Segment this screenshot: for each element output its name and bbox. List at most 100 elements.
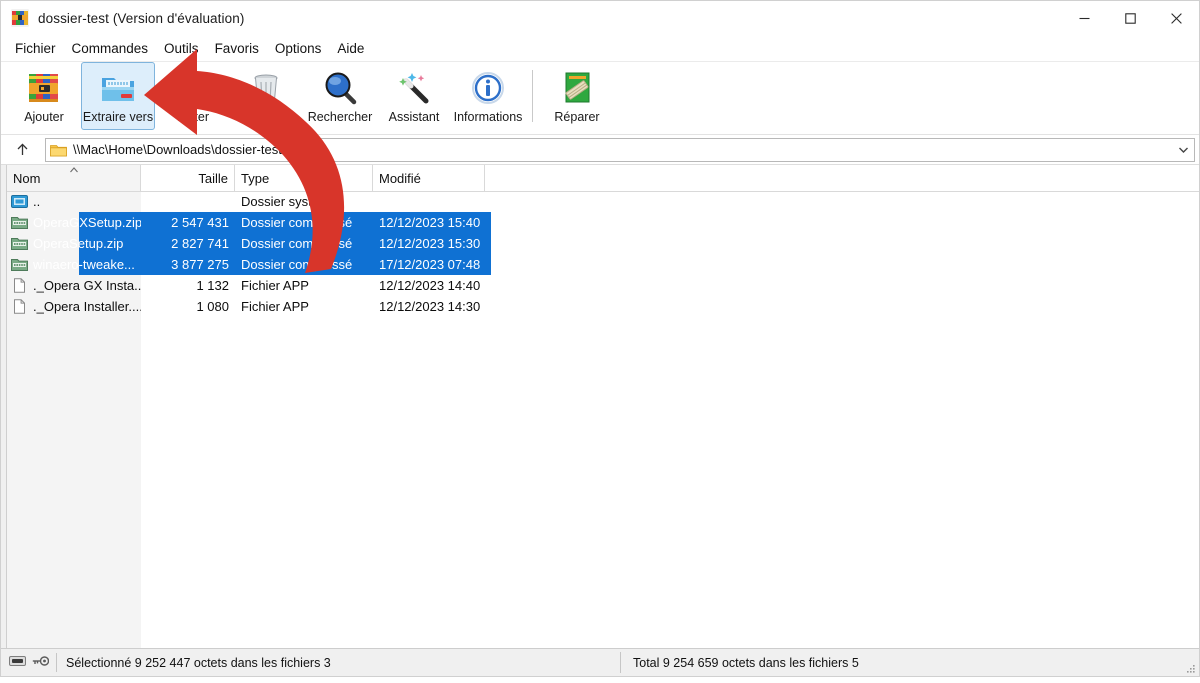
maximize-button[interactable]: [1107, 1, 1153, 35]
table-row[interactable]: winaero-tweake... 3 877 275 Dossier comp…: [7, 254, 1199, 275]
cell-size: 3 877 275: [171, 257, 229, 272]
cell-modified: 12/12/2023 14:40: [379, 278, 481, 293]
table-row[interactable]: OperaSetup.zip 2 827 741 Dossier compres…: [7, 233, 1199, 254]
toolbar-button-assistant[interactable]: Assistant: [377, 62, 451, 130]
zip-folder-icon: [11, 257, 28, 272]
toolbar-label-ajouter: Ajouter: [24, 110, 64, 124]
status-selected-pane: Sélectionné 9 252 447 octets dans les fi…: [1, 652, 621, 673]
test-book-icon: [173, 69, 211, 107]
cell-type: Dossier compressé: [241, 236, 353, 251]
table-row[interactable]: OperaGXSetup.zip 2 547 431 Dossier compr…: [7, 212, 1199, 233]
menu-aide[interactable]: Aide: [329, 38, 372, 59]
address-input[interactable]: \\Mac\Home\Downloads\dossier-test: [45, 137, 1195, 162]
toolbar-label-reparer: Réparer: [554, 110, 600, 124]
toolbar-button-tester[interactable]: Tester: [155, 62, 229, 130]
minimize-button[interactable]: [1061, 1, 1107, 35]
column-header-modifie-label: Modifié: [379, 170, 421, 186]
cell-name: ._Opera Installer....: [7, 299, 141, 314]
column-header-type-label: Type: [241, 170, 270, 186]
toolbar-label-informations: Informations: [453, 110, 523, 124]
file-list-rows: .. Dossier système OperaGXSetup.zip 2 54…: [7, 191, 1199, 648]
file-list-header: Nom Taille Type Modifié: [7, 165, 1199, 192]
toolbar: Ajouter Extraire vers Tester Supprimer R…: [1, 62, 1199, 135]
cell-name: ..: [7, 194, 141, 209]
cell-size: 2 827 741: [171, 236, 229, 251]
status-selected-text: Sélectionné 9 252 447 octets dans les fi…: [66, 655, 331, 670]
menu-bar: Fichier Commandes Outils Favoris Options…: [1, 35, 1199, 62]
search-icon: [321, 69, 359, 107]
cell-type: Dossier compressé: [241, 257, 353, 272]
menu-commandes[interactable]: Commandes: [64, 38, 157, 59]
menu-outils[interactable]: Outils: [156, 38, 207, 59]
cell-modified: 12/12/2023 14:30: [379, 299, 481, 314]
table-row[interactable]: ._Opera Installer.... 1 080 Fichier APP …: [7, 296, 1199, 317]
window-title: dossier-test (Version d'évaluation): [38, 10, 245, 26]
info-icon: [469, 69, 507, 107]
cell-modified: 12/12/2023 15:30: [379, 236, 481, 251]
cell-size: 1 080: [196, 299, 229, 314]
toolbar-label-extraire-vers: Extraire vers: [82, 110, 154, 124]
repair-icon: [558, 69, 596, 107]
wizard-wand-icon: [395, 69, 433, 107]
cell-type: Dossier compressé: [241, 215, 353, 230]
winrar-window: dossier-test (Version d'évaluation) Fich…: [0, 0, 1200, 677]
toolbar-separator: [532, 70, 533, 122]
status-icons: [9, 653, 57, 672]
resize-grip-icon[interactable]: [1184, 661, 1196, 673]
column-header-type[interactable]: Type: [235, 165, 373, 191]
column-header-taille[interactable]: Taille: [141, 165, 235, 191]
toolbar-button-rechercher[interactable]: Rechercher: [303, 62, 377, 130]
cell-modified: 17/12/2023 07:48: [379, 257, 481, 272]
extract-folder-icon: [99, 69, 137, 107]
trash-icon: [247, 69, 285, 107]
cell-name: ._Opera GX Insta...: [7, 278, 141, 293]
cell-modified: 12/12/2023 15:40: [379, 215, 481, 230]
menu-fichier[interactable]: Fichier: [7, 38, 64, 59]
folder-icon: [50, 143, 67, 157]
file-icon: [11, 299, 28, 314]
status-bar: Sélectionné 9 252 447 octets dans les fi…: [1, 648, 1199, 676]
toolbar-button-informations[interactable]: Informations: [451, 62, 525, 130]
cell-name: OperaGXSetup.zip: [7, 215, 141, 230]
key-icon[interactable]: [32, 655, 50, 670]
cell-name-text: winaero-tweake...: [33, 257, 135, 272]
window-controls: [1061, 1, 1199, 35]
zip-folder-icon: [11, 215, 28, 230]
menu-options[interactable]: Options: [267, 38, 330, 59]
column-header-taille-label: Taille: [198, 170, 228, 186]
cell-name-text: ._Opera Installer....: [33, 299, 141, 314]
chevron-down-icon[interactable]: [1178, 139, 1189, 161]
parent-folder-icon: [11, 194, 28, 209]
cell-name: winaero-tweake...: [7, 257, 141, 272]
address-bar: \\Mac\Home\Downloads\dossier-test: [1, 135, 1199, 165]
winrar-app-icon: [11, 9, 29, 27]
cell-name-text: OperaGXSetup.zip: [33, 215, 141, 230]
toolbar-label-tester: Tester: [174, 110, 210, 124]
toolbar-button-supprimer[interactable]: Supprimer: [229, 62, 303, 130]
table-row[interactable]: .. Dossier système: [7, 191, 1199, 212]
drive-icon[interactable]: [9, 655, 26, 670]
cell-size: 1 132: [196, 278, 229, 293]
add-archive-icon: [25, 69, 63, 107]
address-path-text: \\Mac\Home\Downloads\dossier-test: [73, 142, 282, 157]
menu-favoris[interactable]: Favoris: [207, 38, 267, 59]
file-list-area: Nom Taille Type Modifié .. Dossier systè…: [1, 165, 1199, 648]
zip-folder-icon: [11, 236, 28, 251]
cell-type: Dossier système: [241, 194, 338, 209]
cell-name-text: OperaSetup.zip: [33, 236, 124, 251]
column-header-modifie[interactable]: Modifié: [373, 165, 485, 191]
cell-name-text: ..: [33, 194, 41, 209]
close-button[interactable]: [1153, 1, 1199, 35]
table-row[interactable]: ._Opera GX Insta... 1 132 Fichier APP 12…: [7, 275, 1199, 296]
column-header-nom[interactable]: Nom: [7, 165, 141, 191]
title-bar: dossier-test (Version d'évaluation): [1, 1, 1199, 35]
arrow-up-icon[interactable]: [5, 137, 39, 163]
toolbar-button-ajouter[interactable]: Ajouter: [7, 62, 81, 130]
toolbar-button-reparer[interactable]: Réparer: [540, 62, 614, 130]
file-icon: [11, 278, 28, 293]
status-total-pane: Total 9 254 659 octets dans les fichiers…: [621, 652, 1199, 673]
toolbar-button-extraire-vers[interactable]: Extraire vers: [81, 62, 155, 130]
cell-type: Fichier APP: [241, 299, 309, 314]
cell-name-text: ._Opera GX Insta...: [33, 278, 141, 293]
column-header-nom-label: Nom: [13, 170, 41, 186]
